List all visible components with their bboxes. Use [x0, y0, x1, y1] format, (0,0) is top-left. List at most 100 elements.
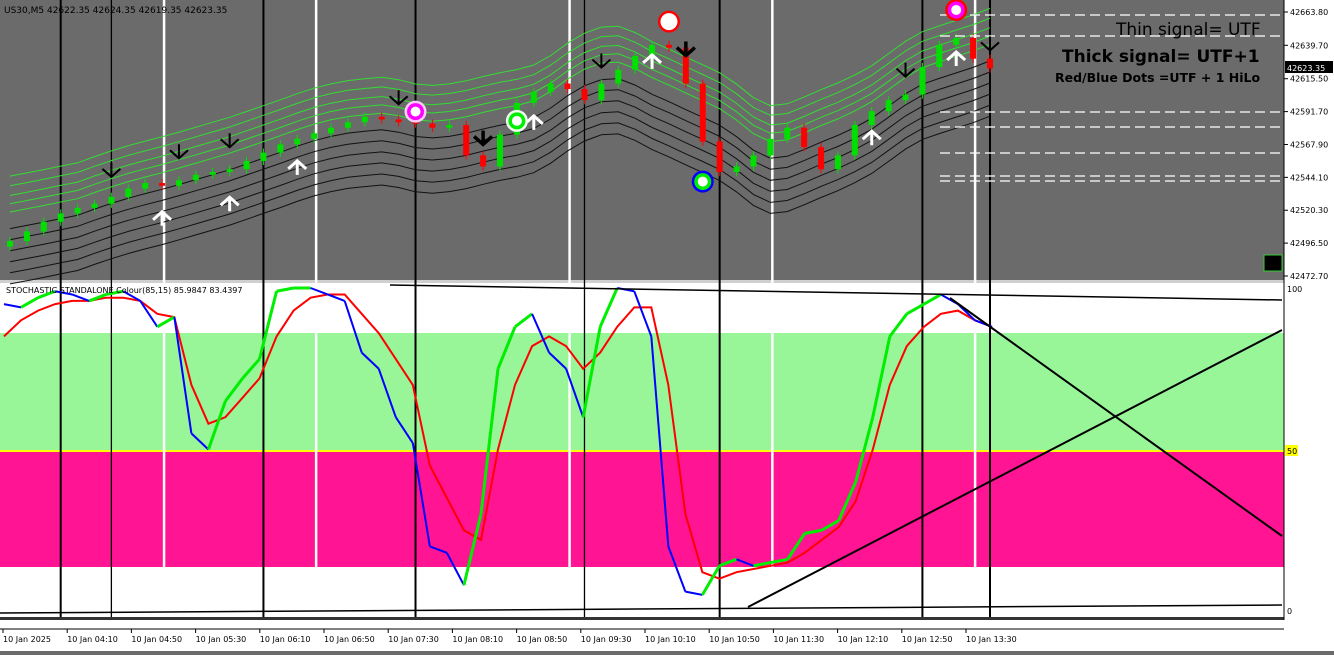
price-tick-label: 42520.30: [1290, 206, 1328, 215]
trade-box-icon[interactable]: [1263, 254, 1283, 272]
candle-body: [902, 94, 909, 101]
candle-body: [226, 169, 233, 172]
time-tick-label: 10 Jan 08:10: [452, 635, 503, 644]
candle-body: [581, 89, 588, 101]
candle-body: [547, 83, 554, 92]
thick-signal-legend: Thick signal= UTF+1: [1062, 47, 1260, 67]
panel-separator: [0, 280, 1334, 283]
candle-body: [784, 127, 791, 139]
candle-body: [23, 231, 30, 242]
panel-bottom-border: [0, 617, 1284, 620]
candle-body: [142, 183, 149, 189]
current-price-label: 42623.35: [1287, 64, 1325, 73]
dots-legend: Red/Blue Dots =UTF + 1 HiLo: [1055, 70, 1261, 85]
candle-body: [429, 123, 436, 128]
candle-body: [328, 127, 335, 134]
hilo-dot-center: [663, 16, 674, 27]
candle-body: [91, 203, 98, 208]
candle-body: [919, 66, 926, 95]
candle-body: [294, 138, 301, 145]
candle-body: [243, 160, 250, 170]
time-tick-label: 10 Jan 12:10: [838, 635, 889, 644]
price-panel[interactable]: [0, 0, 1284, 280]
candle-body: [868, 111, 875, 126]
time-tick-label: 10 Jan 04:10: [67, 635, 118, 644]
price-axis: [1284, 0, 1334, 630]
price-tick-label: 42663.80: [1290, 8, 1328, 17]
candle-body: [57, 213, 64, 222]
price-tick-label: 42567.90: [1290, 140, 1328, 149]
candle-body: [378, 116, 385, 120]
price-tick-label: 42639.70: [1290, 41, 1328, 50]
candle-body: [598, 83, 605, 101]
candle-body: [767, 138, 774, 156]
candle-body: [564, 83, 571, 90]
stoch-title: STOCHASTIC STANDALONE Colour(85,15) 85.9…: [6, 286, 242, 295]
candle-body: [834, 155, 841, 170]
candle-body: [344, 122, 351, 128]
candle-body: [311, 133, 318, 139]
candle-body: [665, 44, 672, 48]
price-tick-label: 42496.50: [1290, 239, 1328, 248]
candle-body: [818, 147, 825, 170]
time-tick-label: 10 Jan 11:30: [773, 635, 824, 644]
price-tick-label: 42615.50: [1290, 75, 1328, 84]
time-tick-label: 10 Jan 04:50: [131, 635, 182, 644]
hilo-dot-center: [951, 4, 962, 15]
candle-body: [987, 58, 993, 69]
candle-body: [480, 155, 487, 167]
candle-body: [699, 83, 706, 142]
candle-body: [361, 116, 368, 123]
candle-body: [716, 141, 723, 172]
candle-body: [175, 180, 182, 186]
candle-body: [530, 91, 537, 103]
candle-body: [192, 174, 199, 181]
candle-body: [497, 134, 503, 167]
time-tick-label: 10 Jan 10:50: [709, 635, 760, 644]
time-tick-label: 10 Jan 06:10: [260, 635, 311, 644]
candle-body: [801, 127, 808, 148]
time-tick-label: 10 Jan 06:50: [324, 635, 375, 644]
candle-body: [395, 119, 402, 123]
time-tick-label: 10 Jan 05:30: [196, 635, 247, 644]
time-tick-label: 10 Jan 13:30: [966, 635, 1017, 644]
stoch-zone-lower: [0, 451, 1284, 567]
chart-canvas[interactable]: 42663.80 42639.70 42615.50 42591.70 42567.90…: [0, 0, 1334, 651]
candle-body: [885, 100, 892, 112]
candle-body: [260, 152, 267, 161]
price-tick-label: 42472.70: [1290, 272, 1328, 281]
candle-body: [125, 188, 132, 197]
thin-signal-legend: Thin signal= UTF: [1115, 20, 1261, 40]
candle-body: [970, 37, 977, 59]
time-tick-label: 10 Jan 07:30: [388, 635, 439, 644]
candle-body: [446, 125, 453, 128]
stoch-label-100: 100: [1287, 285, 1302, 294]
time-tick-label: 10 Jan 08:50: [517, 635, 568, 644]
candle-body: [7, 241, 13, 247]
candle-body: [277, 144, 284, 153]
candle-body: [74, 207, 81, 214]
candle-body: [463, 125, 470, 156]
candle-body: [615, 69, 622, 84]
candle-body: [750, 155, 757, 167]
candle-body: [209, 171, 216, 175]
candle-body: [936, 44, 943, 67]
candle-body: [159, 183, 166, 186]
symbol-info: US30,M5 42622.35 42624.35 42619.35 42623…: [4, 6, 227, 16]
price-tick-label: 42591.70: [1290, 108, 1328, 117]
candle-body: [108, 196, 115, 204]
time-tick-label: 10 Jan 2025: [3, 635, 51, 644]
candle-body: [40, 221, 47, 232]
time-tick-label: 10 Jan 10:10: [645, 635, 696, 644]
candle-body: [733, 166, 740, 172]
time-tick-label: 10 Jan 09:30: [581, 635, 632, 644]
stoch-label-50: 50: [1287, 447, 1297, 456]
hilo-dot-center: [410, 106, 421, 117]
candle-body: [953, 37, 960, 45]
hilo-dot-center: [511, 115, 522, 126]
time-tick-label: 10 Jan 12:50: [902, 635, 953, 644]
chart-window: 42663.80 42639.70 42615.50 42591.70 42567.90…: [0, 0, 1334, 651]
candle-body: [632, 55, 639, 70]
hilo-dot-center: [697, 176, 708, 187]
price-ticks: 42663.80 42639.70 42615.50 42591.70 42567.90…: [1284, 8, 1328, 281]
